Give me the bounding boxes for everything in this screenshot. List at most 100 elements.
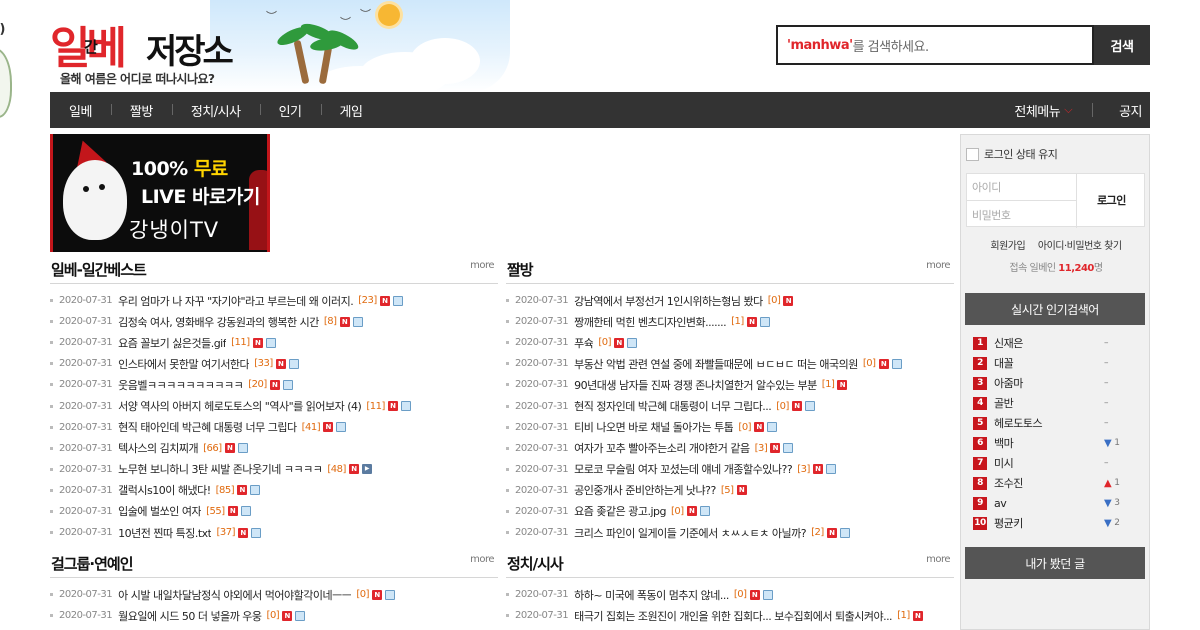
- ranking-item[interactable]: 6 백마 ▼ 1: [973, 433, 1133, 453]
- post-title[interactable]: 10년전 찐따 특징.txt: [118, 525, 211, 541]
- list-item[interactable]: 2020-07-31 모로코 무슬림 여자 꼬셨는데 얘네 개종할수있나?? [3]…: [506, 459, 954, 480]
- post-title[interactable]: 티비 나오면 바로 채널 돌아가는 투톱: [574, 419, 733, 435]
- post-title[interactable]: 아 시발 내일차달남정식 야외에서 먹어야할각이네ㅡㅡ: [118, 587, 351, 603]
- nav-item-popular[interactable]: 인기: [259, 101, 321, 120]
- list-item[interactable]: 2020-07-31 부동산 악법 관련 연설 중에 좌빨들때문에 ㅂㄷㅂㄷ 떠는…: [506, 353, 954, 374]
- post-title[interactable]: 부동산 악법 관련 연설 중에 좌빨들때문에 ㅂㄷㅂㄷ 떠는 애국의원: [574, 356, 858, 372]
- more-link[interactable]: more: [926, 260, 950, 271]
- all-menu-button[interactable]: 전체메뉴 ⌵: [994, 101, 1092, 120]
- rank-keyword[interactable]: 헤로도토스: [994, 415, 1104, 431]
- list-item[interactable]: 2020-07-31 현직 정자인데 박근혜 대통령이 너무 그립다... [0] N: [506, 395, 954, 416]
- rank-keyword[interactable]: 아줌마: [994, 375, 1104, 391]
- rank-keyword[interactable]: 평균키: [994, 515, 1104, 531]
- ranking-item[interactable]: 1 신재은 –: [973, 333, 1133, 353]
- post-title[interactable]: 태극기 집회는 조원진이 개인을 위한 집회다... 보수집회에서 퇴출시켜야.…: [574, 608, 892, 624]
- rank-keyword[interactable]: 대꼴: [994, 355, 1104, 371]
- ranking-item[interactable]: 5 헤로도토스 –: [973, 413, 1133, 433]
- ranking-item[interactable]: 8 조수진 ▲ 1: [973, 473, 1133, 493]
- post-title[interactable]: 90년대생 남자들 진짜 경쟁 존나치열한거 알수있는 부분: [574, 377, 817, 393]
- list-item[interactable]: 2020-07-31 강남역에서 부정선거 1인시위하는형님 봤다 [0] N: [506, 290, 954, 311]
- post-title[interactable]: 우리 엄마가 나 자꾸 "자기야"라고 부르는데 왜 이러지.: [118, 293, 353, 309]
- post-title[interactable]: 짱깨한테 먹힌 벤츠디자인변화.......: [574, 314, 726, 330]
- find-account-link[interactable]: 아이디·비밀번호 찾기: [1038, 241, 1122, 252]
- list-item[interactable]: 2020-07-31 현직 태아인데 박근혜 대통령 너무 그립다 [41] N: [50, 417, 498, 438]
- post-title[interactable]: 입술에 벌쏘인 여자: [118, 503, 201, 519]
- post-title[interactable]: 텍사스의 김치찌개: [118, 440, 198, 456]
- recent-viewed-button[interactable]: 내가 봤던 글: [965, 547, 1145, 579]
- post-title[interactable]: 여자가 꼬추 빨아주는소리 개야한거 같음: [574, 440, 750, 456]
- list-item[interactable]: 2020-07-31 공인중개사 준비안하는게 낫냐?? [5] N: [506, 480, 954, 501]
- post-title[interactable]: 공인중개사 준비안하는게 낫냐??: [574, 482, 716, 498]
- list-item[interactable]: 2020-07-31 90년대생 남자들 진짜 경쟁 존나치열한거 알수있는 부분…: [506, 374, 954, 395]
- list-item[interactable]: 2020-07-31 갤럭시s10이 해냈다! [85] N: [50, 480, 498, 501]
- list-item[interactable]: 2020-07-31 입술에 벌쏘인 여자 [55] N: [50, 501, 498, 522]
- list-item[interactable]: 2020-07-31 인스타에서 못한말 여기서한다 [33] N: [50, 353, 498, 374]
- list-item[interactable]: 2020-07-31 10년전 찐따 특징.txt [37] N: [50, 522, 498, 543]
- section-title[interactable]: 짤방: [507, 259, 534, 280]
- site-logo[interactable]: 일베 간 저장소: [50, 10, 250, 74]
- list-item[interactable]: 2020-07-31 우리 엄마가 나 자꾸 "자기야"라고 부르는데 왜 이러지…: [50, 290, 498, 311]
- post-title[interactable]: 갤럭시s10이 해냈다!: [118, 482, 210, 498]
- list-item[interactable]: 2020-07-31 태극기 집회는 조원진이 개인을 위한 집회다... 보수집…: [506, 605, 954, 626]
- nav-item-jjal[interactable]: 짤방: [110, 101, 172, 120]
- list-item[interactable]: 2020-07-31 크리스 파인이 일게이들 기준에서 ㅊㅆㅅㅌㅊ 아닐까? [2…: [506, 522, 954, 543]
- list-item[interactable]: 2020-07-31 김정숙 여사, 영화배우 강동원과의 행복한 시간 [8] N: [50, 311, 498, 332]
- list-item[interactable]: 2020-07-31 하하~ 미국에 폭동이 멈추지 않네... [0] N: [506, 584, 954, 605]
- keep-login[interactable]: 로그인 상태 유지: [966, 146, 1058, 162]
- list-item[interactable]: 2020-07-31 요즘 좆같은 광고.jpg [0] N: [506, 501, 954, 522]
- post-title[interactable]: 노무현 보니하니 3탄 씨발 존나웃기네 ㅋㅋㅋㅋ: [118, 461, 322, 477]
- more-link[interactable]: more: [470, 260, 494, 271]
- rank-keyword[interactable]: av: [994, 497, 1104, 510]
- list-item[interactable]: 2020-07-31 요즘 꼴보기 싫은것들.gif [11] N: [50, 332, 498, 353]
- more-link[interactable]: more: [926, 554, 950, 565]
- side-floating-widget[interactable]: 금): [0, 14, 16, 124]
- list-item[interactable]: 2020-07-31 텍사스의 김치찌개 [66] N: [50, 438, 498, 459]
- rank-keyword[interactable]: 조수진: [994, 475, 1104, 491]
- rank-keyword[interactable]: 미시: [994, 455, 1104, 471]
- post-title[interactable]: 모로코 무슬림 여자 꼬셨는데 얘네 개종할수있나??: [574, 461, 792, 477]
- post-title[interactable]: 크리스 파인이 일게이들 기준에서 ㅊㅆㅅㅌㅊ 아닐까?: [574, 525, 806, 541]
- nav-item-notice[interactable]: 공지: [1093, 101, 1150, 120]
- rank-keyword[interactable]: 신재은: [994, 335, 1104, 351]
- post-title[interactable]: 현직 정자인데 박근혜 대통령이 너무 그립다...: [574, 398, 771, 414]
- post-title[interactable]: 푸슉: [574, 335, 593, 351]
- signup-link[interactable]: 회원가입: [990, 241, 1025, 252]
- post-title[interactable]: 월요일에 시드 50 더 넣을까 우웅: [118, 608, 261, 624]
- list-item[interactable]: 2020-07-31 노무현 보니하니 3탄 씨발 존나웃기네 ㅋㅋㅋㅋ [48] N…: [50, 459, 498, 480]
- nav-item-game[interactable]: 게임: [320, 101, 382, 120]
- list-item[interactable]: 2020-07-31 푸슉 [0] N: [506, 332, 954, 353]
- ranking-item[interactable]: 4 골반 –: [973, 393, 1133, 413]
- ranking-item[interactable]: 10 평균키 ▼ 2: [973, 513, 1133, 533]
- list-item[interactable]: 2020-07-31 웃음벨ㅋㅋㅋㅋㅋㅋㅋㅋㅋㅋ [20] N: [50, 374, 498, 395]
- ad-banner[interactable]: 100% 무료 LIVE 바로가기 강냉이TV: [50, 134, 270, 252]
- list-item[interactable]: 2020-07-31 아 시발 내일차달남정식 야외에서 먹어야할각이네ㅡㅡ [0]…: [50, 584, 498, 605]
- nav-item-politics[interactable]: 정치/시사: [171, 101, 260, 120]
- list-item[interactable]: 2020-07-31 월요일에 시드 50 더 넣을까 우웅 [0] N: [50, 605, 498, 626]
- rank-keyword[interactable]: 백마: [994, 435, 1104, 451]
- ranking-item[interactable]: 7 미시 –: [973, 453, 1133, 473]
- section-title[interactable]: 정치/시사: [507, 553, 564, 574]
- post-title[interactable]: 요즘 꼴보기 싫은것들.gif: [118, 335, 226, 351]
- ranking-item[interactable]: 2 대꼴 –: [973, 353, 1133, 373]
- post-title[interactable]: 서양 역사의 아버지 헤로도토스의 "역사"를 읽어보자 (4): [118, 398, 361, 414]
- nav-item-ilbe[interactable]: 일베: [50, 101, 111, 120]
- password-field[interactable]: 비밀번호: [967, 201, 1077, 228]
- ranking-item[interactable]: 9 av ▼ 3: [973, 493, 1133, 513]
- list-item[interactable]: 2020-07-31 여자가 꼬추 빨아주는소리 개야한거 같음 [3] N: [506, 438, 954, 459]
- more-link[interactable]: more: [470, 554, 494, 565]
- ranking-item[interactable]: 3 아줌마 –: [973, 373, 1133, 393]
- section-title[interactable]: 걸그룹·연예인: [51, 553, 133, 574]
- search-button[interactable]: 검색: [1094, 25, 1150, 65]
- login-button[interactable]: 로그인: [1077, 174, 1146, 226]
- post-title[interactable]: 김정숙 여사, 영화배우 강동원과의 행복한 시간: [118, 314, 319, 330]
- post-title[interactable]: 요즘 좆같은 광고.jpg: [574, 503, 666, 519]
- list-item[interactable]: 2020-07-31 티비 나오면 바로 채널 돌아가는 투톱 [0] N: [506, 417, 954, 438]
- post-title[interactable]: 현직 태아인데 박근혜 대통령 너무 그립다: [118, 419, 297, 435]
- rank-keyword[interactable]: 골반: [994, 395, 1104, 411]
- post-title[interactable]: 웃음벨ㅋㅋㅋㅋㅋㅋㅋㅋㅋㅋ: [118, 377, 243, 393]
- post-title[interactable]: 강남역에서 부정선거 1인시위하는형님 봤다: [574, 293, 763, 309]
- list-item[interactable]: 2020-07-31 서양 역사의 아버지 헤로도토스의 "역사"를 읽어보자 (…: [50, 395, 498, 416]
- section-title[interactable]: 일베-일간베스트: [51, 259, 147, 280]
- id-field[interactable]: 아이디: [967, 174, 1077, 201]
- post-title[interactable]: 하하~ 미국에 폭동이 멈추지 않네...: [574, 587, 729, 603]
